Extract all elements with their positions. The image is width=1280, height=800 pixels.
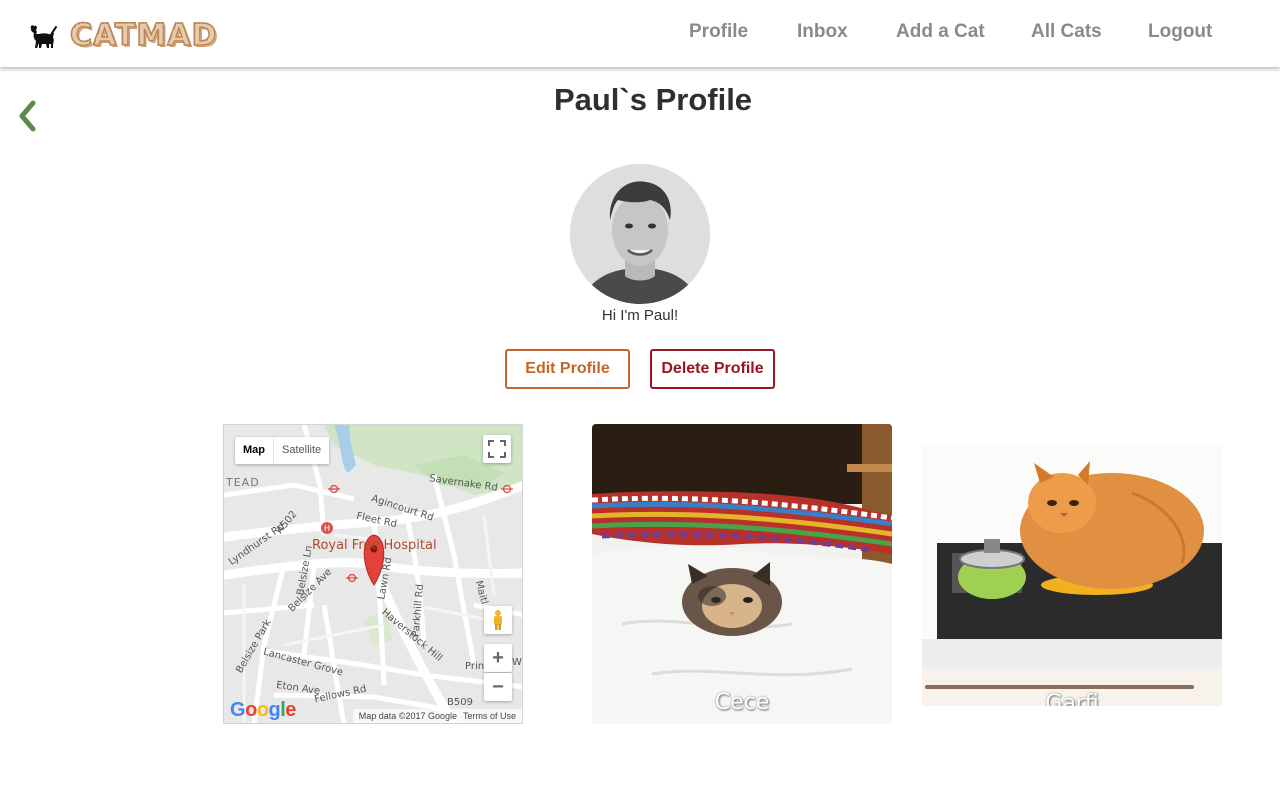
map-label: Prin [465, 661, 485, 672]
nav-logout[interactable]: Logout [1148, 21, 1212, 43]
fullscreen-button[interactable] [483, 435, 511, 463]
cat-photo-garfi [922, 443, 1222, 706]
map-attribution: Map data ©2017 Google Terms of Use [352, 709, 522, 723]
nav-inbox[interactable]: Inbox [797, 21, 848, 43]
map-label: W [512, 657, 522, 668]
svg-text:H: H [324, 524, 330, 533]
navbar: CATMAD Profile Inbox Add a Cat All Cats … [0, 0, 1280, 67]
google-logo: Google [230, 699, 296, 721]
cat-card-garfi[interactable]: Garfi [922, 443, 1222, 706]
nav-links: Profile Inbox Add a Cat All Cats Logout [0, 21, 1280, 47]
avatar [570, 164, 710, 304]
nav-profile[interactable]: Profile [689, 21, 748, 43]
map-tiles: H [224, 425, 522, 723]
nav-all-cats[interactable]: All Cats [1031, 21, 1102, 43]
edit-profile-button[interactable]: Edit Profile [505, 349, 630, 389]
fullscreen-icon [488, 440, 506, 458]
page-title: Paul`s Profile [553, 82, 753, 117]
zoom-in-button[interactable]: + [484, 644, 512, 672]
profile-bio: Hi I'm Paul! [601, 307, 679, 324]
terms-link[interactable]: Terms of Use [463, 711, 516, 721]
map-type-map-button[interactable]: Map [235, 437, 274, 464]
map-type-satellite-button[interactable]: Satellite [274, 437, 329, 464]
street-view-button[interactable] [484, 606, 512, 634]
map-label: TEAD [226, 476, 260, 489]
location-map[interactable]: H TEAD Savernake Rd Agincourt Rd Fleet R… [223, 424, 523, 724]
pegman-icon [494, 610, 502, 630]
cat-card-cece[interactable]: Cece [592, 424, 892, 724]
cat-photo-cece [592, 424, 892, 724]
cat-name: Garfi [1045, 691, 1099, 706]
map-type-toggle: Map Satellite [235, 437, 330, 464]
delete-profile-button[interactable]: Delete Profile [650, 349, 775, 389]
map-label: B509 [447, 697, 473, 708]
map-data-text: Map data ©2017 Google [358, 711, 457, 721]
zoom-out-button[interactable]: − [484, 673, 512, 701]
cat-name: Cece [714, 690, 770, 715]
nav-add-cat[interactable]: Add a Cat [896, 21, 985, 43]
map-label-hospital: Royal Free Hospital [312, 538, 437, 553]
